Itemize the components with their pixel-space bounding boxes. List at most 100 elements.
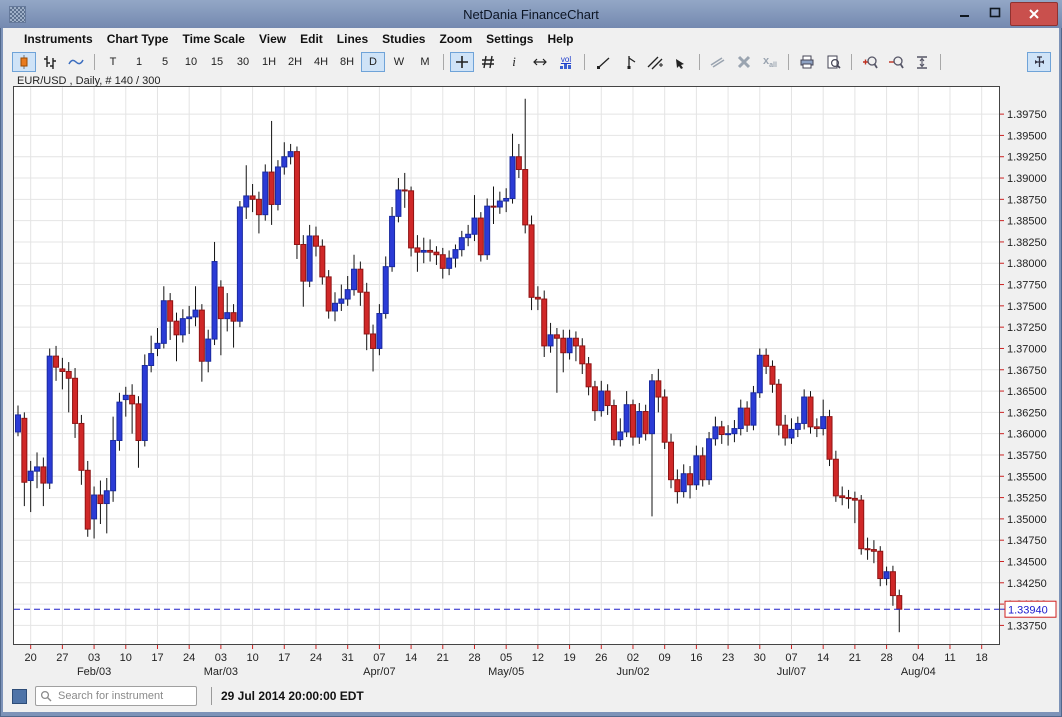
timeframe-15[interactable]: 15 xyxy=(205,52,229,72)
date-tick-label: 30 xyxy=(754,652,766,664)
timeframe-t[interactable]: T xyxy=(101,52,125,72)
candle xyxy=(529,225,534,297)
connection-status-icon xyxy=(12,689,27,704)
timeframe-4h[interactable]: 4H xyxy=(309,52,333,72)
candle xyxy=(700,456,705,480)
crosshair-button[interactable] xyxy=(450,52,474,72)
parallel-lines-icon xyxy=(710,56,726,68)
menu-instruments[interactable]: Instruments xyxy=(17,30,100,48)
candle xyxy=(681,474,686,492)
toolbar-separator xyxy=(699,54,700,70)
candle xyxy=(180,319,185,335)
timeframe-1[interactable]: 1 xyxy=(127,52,151,72)
zoom-in-button[interactable] xyxy=(858,52,882,72)
minimize-button[interactable] xyxy=(950,2,980,24)
timeframe-2h[interactable]: 2H xyxy=(283,52,307,72)
crosshair-icon xyxy=(455,55,469,69)
price-tick-label: 1.38500 xyxy=(1007,216,1047,228)
candle xyxy=(250,196,255,199)
timeframe-1h[interactable]: 1H xyxy=(257,52,281,72)
price-tick-label: 1.37250 xyxy=(1007,322,1047,334)
trendline-button[interactable] xyxy=(591,52,615,72)
candle xyxy=(827,417,832,460)
candle xyxy=(212,262,217,340)
timeframe-w[interactable]: W xyxy=(387,52,411,72)
status-separator xyxy=(211,687,212,705)
candle xyxy=(764,355,769,366)
price-tick-label: 1.37750 xyxy=(1007,280,1047,292)
date-tick-label: 17 xyxy=(278,652,290,664)
candle xyxy=(561,338,566,352)
candle xyxy=(472,218,477,234)
candle xyxy=(713,427,718,439)
fit-vertical-scale-button[interactable] xyxy=(910,52,934,72)
menu-help[interactable]: Help xyxy=(540,30,580,48)
candle xyxy=(453,250,458,259)
date-tick-label: 10 xyxy=(246,652,258,664)
candle xyxy=(339,299,344,303)
date-tick-label: 17 xyxy=(151,652,163,664)
date-tick-label: 21 xyxy=(437,652,449,664)
candle xyxy=(111,440,116,490)
expand-horizontal-button[interactable] xyxy=(528,52,552,72)
delete-line-button[interactable] xyxy=(732,52,756,72)
date-tick-label: 27 xyxy=(56,652,68,664)
menu-studies[interactable]: Studies xyxy=(375,30,432,48)
timeframe-5[interactable]: 5 xyxy=(153,52,177,72)
candle xyxy=(802,397,807,423)
price-tick-label: 1.36750 xyxy=(1007,365,1047,377)
candle xyxy=(288,152,293,157)
line-chart-button[interactable] xyxy=(64,52,88,72)
candlestick-icon xyxy=(17,54,31,70)
date-tick-label: 31 xyxy=(342,652,354,664)
candlestick-chart-button[interactable] xyxy=(12,52,36,72)
pointer-arrow-button[interactable] xyxy=(669,52,693,72)
menu-zoom[interactable]: Zoom xyxy=(432,30,479,48)
printer-icon xyxy=(799,55,815,69)
month-label: Mar/03 xyxy=(204,666,238,678)
vertical-line-button[interactable] xyxy=(617,52,641,72)
timeframe-30[interactable]: 30 xyxy=(231,52,255,72)
candle xyxy=(859,500,864,549)
date-tick-label: 07 xyxy=(785,652,797,664)
candle xyxy=(263,172,268,215)
candle xyxy=(459,238,464,250)
maximize-button[interactable] xyxy=(980,2,1010,24)
menu-chart-type[interactable]: Chart Type xyxy=(100,30,176,48)
zoom-out-button[interactable] xyxy=(884,52,908,72)
timeframe-10[interactable]: 10 xyxy=(179,52,203,72)
price-tick-label: 1.38750 xyxy=(1007,194,1047,206)
print-button[interactable] xyxy=(795,52,819,72)
menu-lines[interactable]: Lines xyxy=(330,30,375,48)
date-tick-label: 03 xyxy=(215,652,227,664)
close-button[interactable] xyxy=(1010,2,1058,26)
candle xyxy=(878,551,883,578)
price-chart[interactable]: 1.337501.340001.342501.345001.347501.350… xyxy=(13,86,1059,680)
menu-edit[interactable]: Edit xyxy=(293,30,330,48)
candle xyxy=(707,439,712,480)
delete-all-lines-button[interactable]: xall xyxy=(758,52,782,72)
ohlc-bars-button[interactable] xyxy=(38,52,62,72)
print-preview-button[interactable] xyxy=(821,52,845,72)
timeframe-m[interactable]: M xyxy=(413,52,437,72)
timeframe-8h[interactable]: 8H xyxy=(335,52,359,72)
price-tick-label: 1.36250 xyxy=(1007,407,1047,419)
search-input[interactable] xyxy=(56,689,180,703)
price-tick-label: 1.39500 xyxy=(1007,130,1047,142)
menu-view[interactable]: View xyxy=(252,30,293,48)
menu-time-scale[interactable]: Time Scale xyxy=(175,30,251,48)
info-button[interactable]: i xyxy=(502,52,526,72)
menu-settings[interactable]: Settings xyxy=(479,30,540,48)
dock-panel-button[interactable] xyxy=(1027,52,1051,72)
timeframe-d[interactable]: D xyxy=(361,52,385,72)
candle xyxy=(174,321,179,335)
grid-button[interactable] xyxy=(476,52,500,72)
parallel-channel-button[interactable] xyxy=(643,52,667,72)
candle xyxy=(199,310,204,361)
candle xyxy=(333,303,338,311)
volume-button[interactable]: vol xyxy=(554,52,578,72)
parallel-lines-button[interactable] xyxy=(706,52,730,72)
instrument-search-box[interactable] xyxy=(35,686,197,706)
date-tick-label: 10 xyxy=(120,652,132,664)
candle xyxy=(592,387,597,411)
